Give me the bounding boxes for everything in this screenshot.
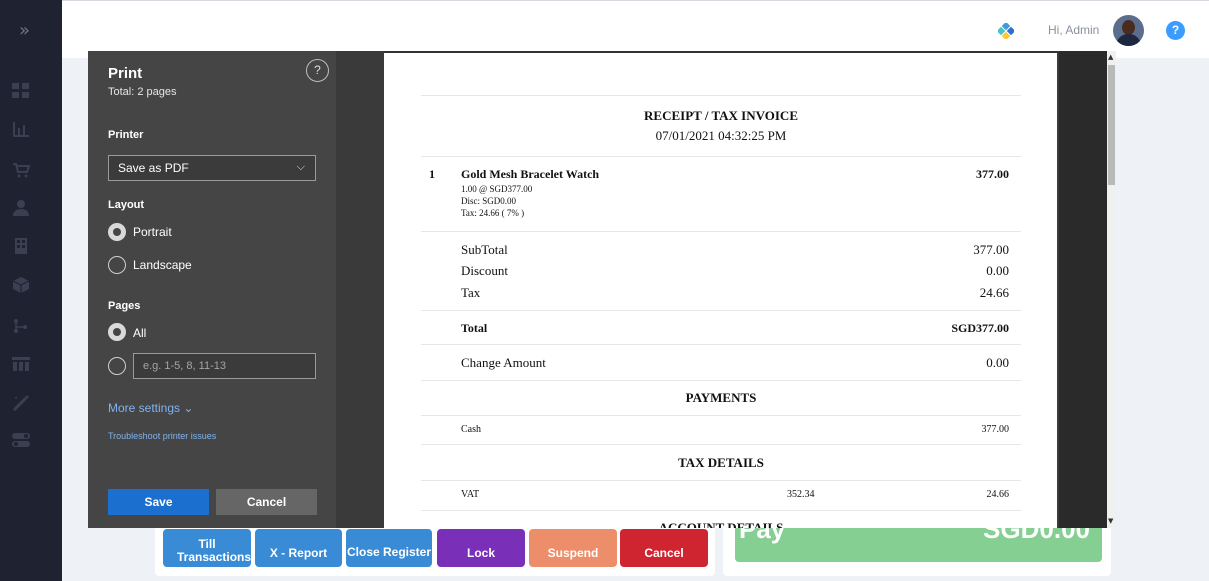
x-report-button[interactable]: X - Report: [255, 529, 342, 567]
pages-range-input[interactable]: e.g. 1-5, 8, 11-13: [133, 353, 316, 379]
pages-label: Pages: [108, 300, 141, 312]
landscape-label: Landscape: [133, 258, 192, 272]
portrait-radio[interactable]: [108, 223, 126, 241]
avatar[interactable]: [1113, 15, 1144, 46]
sidebar-toggle-icon[interactable]: »: [19, 20, 30, 41]
pages-all-label: All: [133, 326, 147, 340]
preview-scrollbar[interactable]: ▲ ▼: [1059, 51, 1116, 528]
payments-heading: PAYMENTS: [685, 390, 757, 405]
tax-type: VAT: [461, 489, 480, 500]
help-icon[interactable]: ?: [1166, 21, 1185, 40]
cancel-sale-button[interactable]: Cancel: [620, 529, 708, 567]
close-register-button[interactable]: Close Register: [346, 529, 432, 567]
subtotal-value: 377.00: [973, 242, 1009, 257]
portrait-label: Portrait: [133, 225, 172, 239]
payment-method: Cash: [461, 424, 481, 435]
top-bar: Hi, Admin ?: [62, 0, 1209, 58]
payment-amount: 377.00: [981, 424, 1010, 435]
printer-label: Printer: [108, 129, 144, 141]
total-value: SGD377.00: [951, 321, 1009, 335]
tax-label: Tax: [461, 285, 481, 300]
tax-base: 352.34: [787, 489, 815, 500]
receipt-page: RECEIPT / TAX INVOICE 07/01/2021 04:32:2…: [384, 51, 1057, 528]
flow-icon[interactable]: [12, 318, 30, 334]
printer-select[interactable]: Save as PDF ⌵: [108, 155, 316, 181]
discount-value: 0.00: [986, 263, 1009, 278]
chevron-down-icon: ⌵: [296, 161, 305, 173]
building-icon[interactable]: [12, 238, 30, 254]
item-index: 1: [429, 167, 435, 181]
magic-wand-icon[interactable]: [12, 395, 30, 411]
receipt-datetime: 07/01/2021 04:32:25 PM: [655, 128, 787, 143]
item-name: Gold Mesh Bracelet Watch: [461, 167, 600, 181]
user-greeting: Hi, Admin: [1048, 23, 1100, 37]
tax-value: 24.66: [979, 285, 1009, 300]
subtotal-label: SubTotal: [461, 242, 508, 257]
table-icon[interactable]: [12, 356, 30, 372]
suspend-button[interactable]: Suspend: [529, 529, 617, 567]
tax-details-heading: TAX DETAILS: [678, 455, 764, 470]
cart-icon[interactable]: [12, 162, 30, 178]
receipt-title: RECEIPT / TAX INVOICE: [644, 108, 798, 123]
discount-label: Discount: [461, 263, 508, 278]
help-icon[interactable]: ?: [306, 59, 329, 82]
pages-all-radio[interactable]: [108, 323, 126, 341]
till-transactions-button[interactable]: Till Transactions: [163, 529, 251, 567]
dashboard-icon[interactable]: [12, 83, 30, 99]
printer-value: Save as PDF: [118, 161, 189, 175]
print-settings-panel: Print Total: 2 pages ? Printer Save as P…: [88, 51, 336, 528]
account-details-heading: ACCOUNT DETAILS: [658, 520, 784, 528]
lock-button[interactable]: Lock: [437, 529, 525, 567]
troubleshoot-link[interactable]: Troubleshoot printer issues: [108, 431, 216, 441]
item-discount: Disc: SGD0.00: [461, 196, 517, 206]
more-settings-link[interactable]: More settings ⌄: [108, 401, 193, 415]
landscape-radio[interactable]: [108, 256, 126, 274]
cancel-button[interactable]: Cancel: [216, 489, 317, 515]
save-button[interactable]: Save: [108, 489, 209, 515]
chart-icon[interactable]: [12, 122, 30, 138]
toggle-icon[interactable]: [12, 432, 30, 448]
print-title: Print: [108, 65, 143, 82]
layout-label: Layout: [108, 199, 145, 211]
change-label: Change Amount: [461, 355, 546, 370]
print-preview: RECEIPT / TAX INVOICE 07/01/2021 04:32:2…: [336, 51, 1059, 528]
user-icon[interactable]: [12, 200, 30, 216]
total-pages: Total: 2 pages: [108, 86, 177, 98]
item-qty-price: 1.00 @ SGD377.00: [461, 184, 533, 194]
sidebar: »: [0, 0, 62, 581]
scrollbar-thumb[interactable]: [1108, 65, 1115, 185]
print-dialog: Print Total: 2 pages ? Printer Save as P…: [88, 51, 1116, 528]
total-label: Total: [461, 321, 488, 335]
diamond-logo-icon: [998, 23, 1014, 39]
item-amount: 377.00: [976, 167, 1009, 181]
scroll-up-icon[interactable]: ▲: [1108, 53, 1113, 61]
change-value: 0.00: [986, 355, 1009, 370]
item-tax: Tax: 24.66 ( 7% ): [461, 208, 525, 218]
pages-custom-radio[interactable]: [108, 357, 126, 375]
scroll-down-icon[interactable]: ▼: [1108, 517, 1113, 525]
tax-detail-amount: 24.66: [986, 489, 1010, 500]
box-icon[interactable]: [12, 277, 30, 293]
